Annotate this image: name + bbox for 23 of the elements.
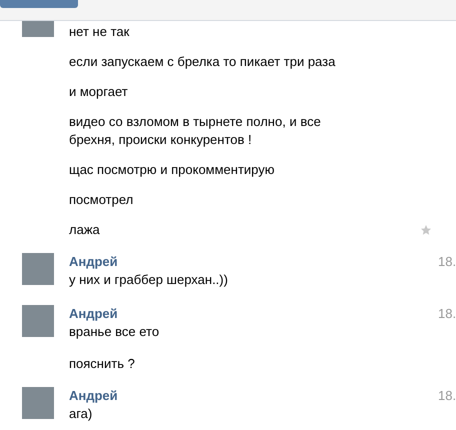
message-time: 18. — [438, 253, 456, 271]
avatar-photo[interactable] — [22, 21, 54, 37]
message-text: пояснить ? — [69, 355, 136, 373]
message-text: если запускаем с брелка то пикает три раза — [69, 53, 336, 71]
message-text: посмотрел — [69, 191, 134, 209]
header-button[interactable] — [0, 0, 78, 8]
author-name[interactable]: Андрей — [69, 387, 118, 405]
message-text: ага) — [69, 405, 94, 423]
author-name[interactable]: Андрей — [69, 305, 118, 323]
star-icon[interactable] — [420, 224, 432, 236]
message-text: видео со взломом в тырнете полно, и все брехня, происки конкурентов ! — [69, 113, 322, 149]
avatar-photo[interactable] — [22, 305, 54, 337]
message-time: 18. — [438, 305, 456, 323]
message-text: нет не так — [69, 23, 130, 41]
avatar-photo[interactable] — [22, 387, 54, 419]
message-text: и моргает — [69, 83, 129, 101]
avatar-photo[interactable] — [22, 253, 54, 285]
author-name[interactable]: Андрей — [69, 253, 118, 271]
message-text: вранье все ето — [69, 323, 160, 341]
message-text: щас посмотрю и прокомментирую — [69, 161, 276, 179]
message-text: у них и граббер шерхан..)) — [69, 271, 229, 289]
message-time: 18. — [438, 387, 456, 405]
message-text: лажа — [69, 221, 101, 239]
